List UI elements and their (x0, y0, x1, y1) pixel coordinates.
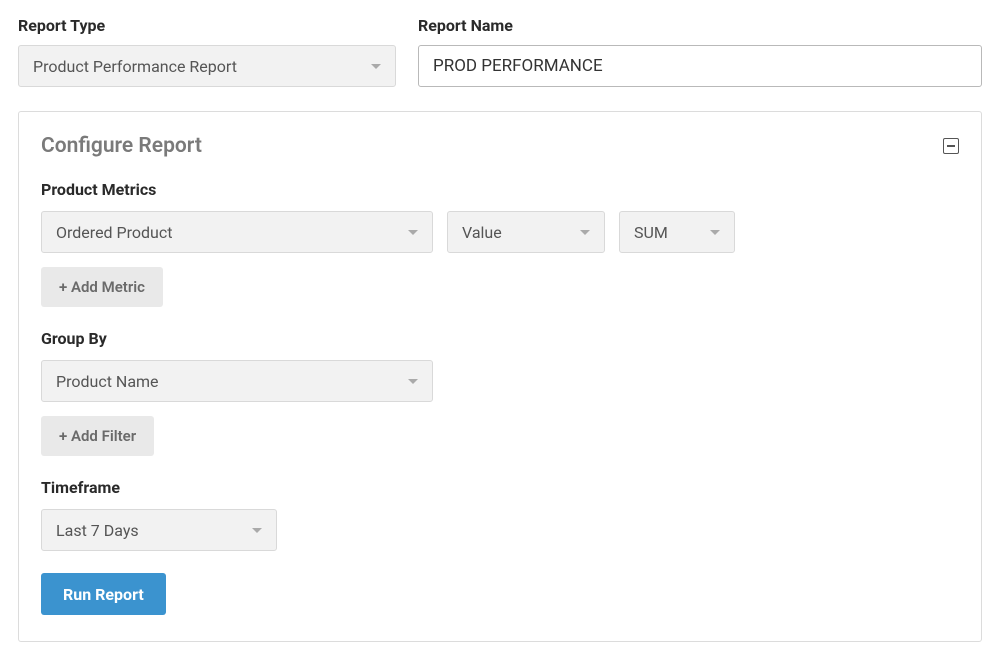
report-header-row: Report Type Product Performance Report R… (18, 16, 982, 87)
group-by-select[interactable]: Product Name (41, 360, 433, 402)
report-type-select[interactable]: Product Performance Report (18, 45, 396, 87)
chevron-down-icon (580, 230, 590, 235)
report-name-label: Report Name (418, 16, 982, 35)
panel-title: Configure Report (41, 134, 202, 158)
metric-agg-select[interactable]: SUM (619, 211, 735, 253)
metric-field-value: Value (462, 223, 502, 242)
group-by-label: Group By (41, 329, 959, 348)
metric-agg-value: SUM (634, 223, 668, 242)
timeframe-value: Last 7 Days (56, 521, 139, 540)
group-by-value: Product Name (56, 372, 159, 391)
run-report-button[interactable]: Run Report (41, 573, 166, 615)
metrics-row: Ordered Product Value SUM (41, 211, 959, 253)
add-filter-button[interactable]: + Add Filter (41, 416, 154, 456)
metric-field-select[interactable]: Value (447, 211, 605, 253)
metric-select[interactable]: Ordered Product (41, 211, 433, 253)
configure-report-panel: Configure Report Product Metrics Ordered… (18, 111, 982, 642)
report-name-group: Report Name (418, 16, 982, 87)
group-by-section: Group By Product Name + Add Filter (41, 329, 959, 456)
chevron-down-icon (371, 64, 381, 69)
metric-value: Ordered Product (56, 223, 172, 242)
report-name-input[interactable] (418, 45, 982, 87)
panel-header: Configure Report (41, 134, 959, 158)
product-metrics-label: Product Metrics (41, 180, 959, 199)
minus-icon (947, 145, 955, 147)
timeframe-select[interactable]: Last 7 Days (41, 509, 277, 551)
report-type-group: Report Type Product Performance Report (18, 16, 396, 87)
add-metric-button[interactable]: + Add Metric (41, 267, 163, 307)
product-metrics-section: Product Metrics Ordered Product Value SU… (41, 180, 959, 307)
timeframe-label: Timeframe (41, 478, 959, 497)
chevron-down-icon (408, 379, 418, 384)
report-type-value: Product Performance Report (33, 57, 237, 76)
chevron-down-icon (710, 230, 720, 235)
collapse-icon[interactable] (943, 138, 959, 154)
report-type-label: Report Type (18, 16, 396, 35)
chevron-down-icon (408, 230, 418, 235)
timeframe-section: Timeframe Last 7 Days (41, 478, 959, 551)
chevron-down-icon (252, 528, 262, 533)
